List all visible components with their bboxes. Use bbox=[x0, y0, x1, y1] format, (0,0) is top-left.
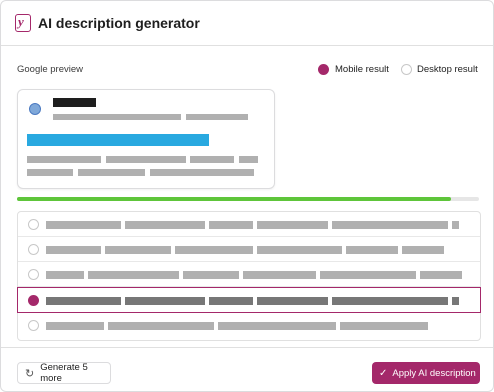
preview-description-placeholder bbox=[239, 156, 258, 163]
apply-ai-description-label: Apply AI description bbox=[392, 367, 476, 379]
suggestion-text-placeholder bbox=[402, 246, 444, 254]
suggestion-text-placeholder bbox=[257, 221, 328, 229]
suggestion-text-placeholder bbox=[46, 297, 121, 305]
generate-more-label: Generate 5 more bbox=[40, 362, 88, 384]
ai-description-modal: y AI description generator Google previe… bbox=[0, 0, 494, 392]
suggestion-text-placeholder bbox=[332, 297, 448, 305]
suggestion-radio[interactable] bbox=[28, 269, 39, 280]
suggestion-radio[interactable] bbox=[28, 219, 39, 230]
suggestion-text-placeholder bbox=[452, 297, 459, 305]
refresh-icon: ↻ bbox=[25, 367, 35, 380]
generate-more-button[interactable]: ↻ Generate 5 more bbox=[17, 362, 111, 384]
generation-progress-fill bbox=[17, 197, 452, 201]
check-icon: ✓ bbox=[379, 367, 388, 379]
desktop-result-label[interactable]: Desktop result bbox=[417, 64, 478, 75]
suggestion-text-placeholder bbox=[420, 271, 462, 279]
suggestion-option[interactable] bbox=[18, 262, 480, 287]
suggestion-text-placeholder bbox=[88, 271, 179, 279]
suggestion-radio-selected[interactable] bbox=[28, 295, 39, 306]
suggestion-text-placeholder bbox=[218, 322, 336, 330]
preview-description-placeholder bbox=[106, 156, 186, 163]
suggestion-text-placeholder bbox=[46, 221, 121, 229]
generation-progress-bar bbox=[17, 197, 479, 201]
preview-description-placeholder bbox=[27, 156, 101, 163]
suggestion-text-placeholder bbox=[320, 271, 416, 279]
modal-title: AI description generator bbox=[38, 15, 200, 31]
suggestion-text-placeholder bbox=[257, 297, 328, 305]
mobile-result-radio[interactable] bbox=[318, 64, 329, 75]
preview-description-placeholder bbox=[150, 169, 254, 176]
preview-title-placeholder bbox=[27, 134, 209, 146]
google-preview-label: Google preview bbox=[17, 64, 84, 75]
site-favicon-icon bbox=[29, 103, 41, 115]
suggestion-text-placeholder bbox=[346, 246, 398, 254]
suggestion-text-placeholder bbox=[125, 221, 205, 229]
preview-description-placeholder bbox=[190, 156, 234, 163]
suggestion-text-placeholder bbox=[46, 271, 84, 279]
suggestion-text-placeholder bbox=[257, 246, 342, 254]
suggestion-text-placeholder bbox=[243, 271, 316, 279]
suggestion-text-placeholder bbox=[175, 246, 253, 254]
apply-ai-description-button[interactable]: ✓ Apply AI description bbox=[372, 362, 480, 384]
yoast-logo-icon: y bbox=[15, 14, 31, 32]
suggestion-text-placeholder bbox=[332, 221, 448, 229]
suggestion-text-placeholder bbox=[108, 322, 214, 330]
suggestion-radio[interactable] bbox=[28, 320, 39, 331]
suggestion-text-placeholder bbox=[183, 271, 239, 279]
suggestion-option[interactable] bbox=[18, 237, 480, 262]
suggestion-text-placeholder bbox=[209, 297, 253, 305]
desktop-result-radio[interactable] bbox=[401, 64, 412, 75]
suggestion-text-placeholder bbox=[125, 297, 205, 305]
suggestion-radio[interactable] bbox=[28, 244, 39, 255]
site-url-placeholder bbox=[186, 114, 248, 120]
suggestion-text-placeholder bbox=[46, 322, 104, 330]
suggestion-text-placeholder bbox=[452, 221, 459, 229]
suggestion-text-placeholder bbox=[209, 221, 253, 229]
suggestion-option[interactable] bbox=[18, 212, 480, 237]
suggestion-text-placeholder bbox=[340, 322, 428, 330]
suggestion-text-placeholder bbox=[105, 246, 171, 254]
modal-header: y AI description generator bbox=[1, 1, 493, 46]
preview-description-placeholder bbox=[27, 169, 73, 176]
mobile-result-label[interactable]: Mobile result bbox=[335, 64, 389, 75]
suggestion-text-placeholder bbox=[46, 246, 101, 254]
suggestions-list bbox=[17, 211, 481, 341]
site-url-placeholder bbox=[53, 114, 181, 120]
suggestion-option[interactable] bbox=[18, 313, 480, 338]
site-name-redacted bbox=[53, 98, 96, 107]
preview-description-placeholder bbox=[78, 169, 145, 176]
suggestion-option-selected[interactable] bbox=[17, 287, 481, 313]
